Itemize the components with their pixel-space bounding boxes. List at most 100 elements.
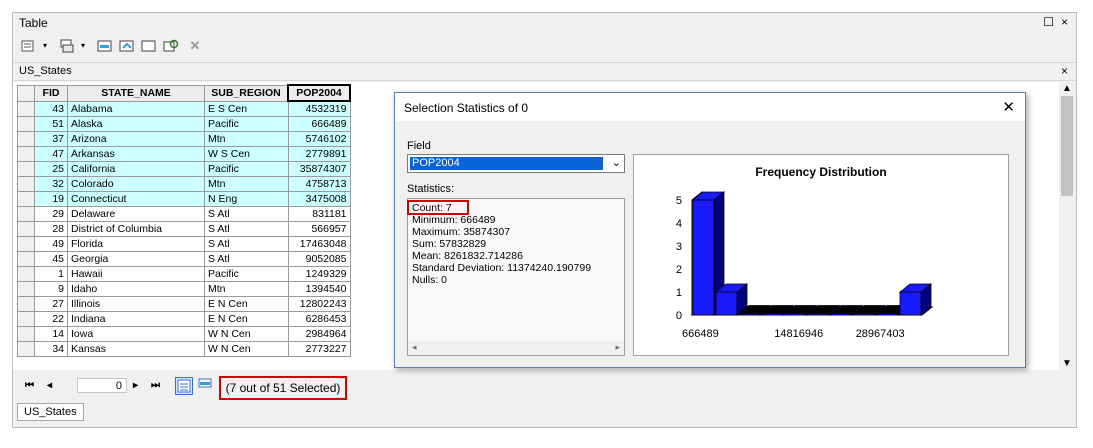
table-row[interactable]: 49 Florida S Atl 17463048 [17,236,351,252]
cell-sub-region[interactable]: S Atl [204,206,289,222]
cell-sub-region[interactable]: Mtn [204,176,289,192]
cell-state-name[interactable]: California [67,161,205,177]
table-row[interactable]: 45 Georgia S Atl 9052085 [17,251,351,267]
row-selector[interactable] [17,206,35,222]
row-selector[interactable] [17,191,35,207]
cell-state-name[interactable]: Kansas [67,341,205,357]
select-by-attributes-icon[interactable] [97,39,113,53]
table-row[interactable]: 27 Illinois E N Cen 12802243 [17,296,351,312]
cell-sub-region[interactable]: W S Cen [204,146,289,162]
cell-pop2004[interactable]: 2773227 [287,341,351,357]
zoom-to-selected-icon[interactable] [163,39,179,53]
chevron-down-icon[interactable]: ▾ [75,39,91,53]
cell-pop2004[interactable]: 3475008 [287,191,351,207]
table-options-icon[interactable] [21,39,37,53]
dialog-close-icon[interactable]: ✕ [1002,98,1015,116]
close-table-icon[interactable]: × [1061,64,1068,78]
cell-sub-region[interactable]: E N Cen [204,311,289,327]
related-tables-icon[interactable] [59,39,75,53]
cell-fid[interactable]: 45 [34,251,68,267]
clear-selection-icon[interactable] [141,39,157,53]
table-row[interactable]: 47 Arkansas W S Cen 2779891 [17,146,351,162]
row-selector[interactable] [17,236,35,252]
cell-fid[interactable]: 14 [34,326,68,342]
row-selector[interactable] [17,161,35,177]
cell-state-name[interactable]: Idaho [67,281,205,297]
cell-state-name[interactable]: Indiana [67,311,205,327]
cell-pop2004[interactable]: 566957 [287,221,351,237]
cell-state-name[interactable]: Arizona [67,131,205,147]
table-row[interactable]: 14 Iowa W N Cen 2984964 [17,326,351,342]
cell-fid[interactable]: 43 [34,100,68,117]
row-selector-header[interactable] [17,84,35,102]
chevron-down-icon[interactable]: ⌄ [612,156,621,169]
row-selector[interactable] [17,221,35,237]
cell-fid[interactable]: 25 [34,161,68,177]
cell-pop2004[interactable]: 4532319 [287,100,351,117]
table-row[interactable]: 51 Alaska Pacific 666489 [17,116,351,132]
scroll-down-icon[interactable]: ▼ [1062,358,1072,369]
cell-sub-region[interactable]: Mtn [204,281,289,297]
tab-us-states[interactable]: US_States [17,403,84,421]
delete-selected-icon[interactable]: ✕ [187,39,203,53]
cell-sub-region[interactable]: S Atl [204,251,289,267]
cell-state-name[interactable]: Connecticut [67,191,205,207]
row-selector[interactable] [17,116,35,132]
cell-sub-region[interactable]: Pacific [204,161,289,177]
column-header-state-name[interactable]: STATE_NAME [67,84,205,102]
table-row[interactable]: 29 Delaware S Atl 831181 [17,206,351,222]
switch-selection-icon[interactable] [119,39,135,53]
cell-fid[interactable]: 37 [34,131,68,147]
table-row[interactable]: 25 California Pacific 35874307 [17,161,351,177]
column-header-sub-region[interactable]: SUB_REGION [204,84,289,102]
restore-icon[interactable]: ☐ [1043,15,1054,29]
cell-pop2004[interactable]: 12802243 [287,296,351,312]
row-selector[interactable] [17,100,35,117]
horizontal-scrollbar[interactable]: ◂ ▸ [408,341,624,355]
first-record-icon[interactable]: ⏮ [25,380,34,391]
cell-state-name[interactable]: Alaska [67,116,205,132]
show-selected-records-icon[interactable] [197,377,215,395]
cell-sub-region[interactable]: Pacific [204,116,289,132]
cell-state-name[interactable]: Colorado [67,176,205,192]
cell-state-name[interactable]: Iowa [67,326,205,342]
cell-sub-region[interactable]: Pacific [204,266,289,282]
cell-state-name[interactable]: Arkansas [67,146,205,162]
cell-fid[interactable]: 34 [34,341,68,357]
next-record-icon[interactable]: ▸ [133,380,138,391]
cell-fid[interactable]: 1 [34,266,68,282]
cell-fid[interactable]: 49 [34,236,68,252]
table-row[interactable]: 37 Arizona Mtn 5746102 [17,131,351,147]
table-row[interactable]: 1 Hawaii Pacific 1249329 [17,266,351,282]
row-selector[interactable] [17,176,35,192]
row-selector[interactable] [17,131,35,147]
cell-pop2004[interactable]: 2984964 [287,326,351,342]
row-selector[interactable] [17,341,35,357]
cell-fid[interactable]: 9 [34,281,68,297]
cell-sub-region[interactable]: Mtn [204,131,289,147]
cell-fid[interactable]: 29 [34,206,68,222]
cell-pop2004[interactable]: 666489 [287,116,351,132]
table-row[interactable]: 28 District of Columbia S Atl 566957 [17,221,351,237]
cell-pop2004[interactable]: 9052085 [287,251,351,267]
cell-sub-region[interactable]: W N Cen [204,341,289,357]
current-record-input[interactable]: 0 [77,378,127,393]
scroll-right-icon[interactable]: ▸ [615,342,620,353]
cell-fid[interactable]: 32 [34,176,68,192]
row-selector[interactable] [17,146,35,162]
cell-pop2004[interactable]: 1394540 [287,281,351,297]
field-select[interactable]: POP2004 ⌄ [407,154,625,173]
cell-state-name[interactable]: Florida [67,236,205,252]
cell-pop2004[interactable]: 4758713 [287,176,351,192]
cell-pop2004[interactable]: 831181 [287,206,351,222]
cell-state-name[interactable]: Illinois [67,296,205,312]
close-window-icon[interactable]: × [1061,15,1068,29]
cell-sub-region[interactable]: E S Cen [204,100,289,117]
cell-pop2004[interactable]: 2779891 [287,146,351,162]
show-all-records-icon[interactable] [175,377,193,395]
cell-state-name[interactable]: District of Columbia [67,221,205,237]
scrollbar-thumb[interactable] [1061,96,1073,196]
column-header-fid[interactable]: FID [34,84,68,102]
cell-pop2004[interactable]: 35874307 [287,161,351,177]
table-row[interactable]: 43 Alabama E S Cen 4532319 [17,100,351,117]
